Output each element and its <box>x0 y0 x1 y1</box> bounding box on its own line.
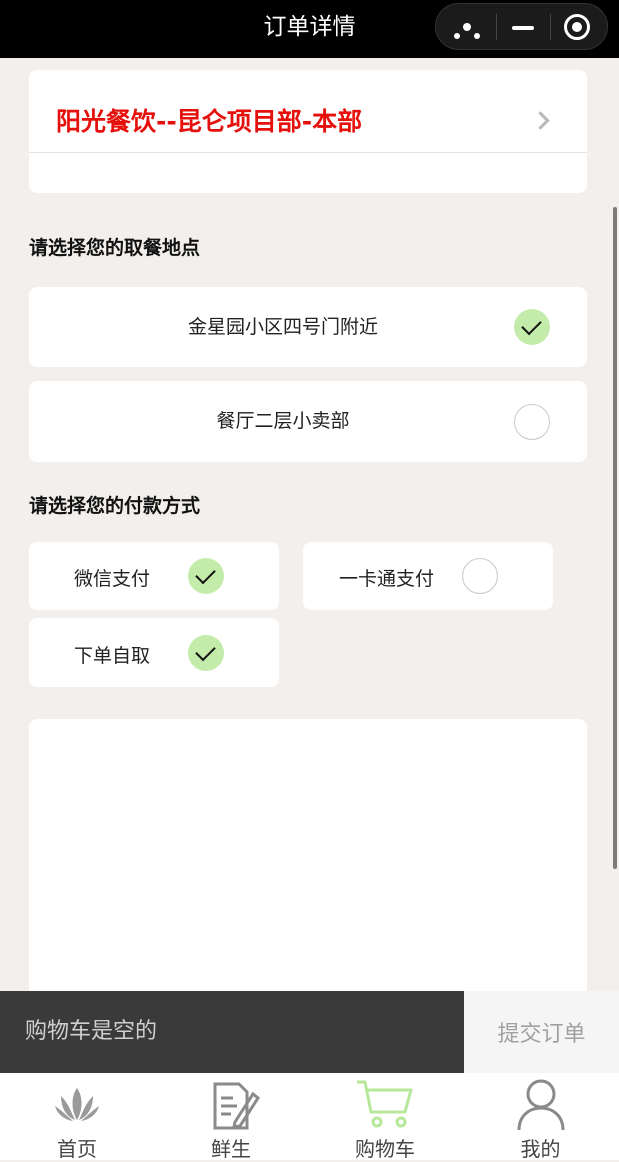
tab-fresh[interactable]: 鲜生 <box>154 1073 308 1161</box>
store-name: 阳光餐饮--昆仑项目部-本部 <box>56 107 363 136</box>
target-icon[interactable] <box>564 14 590 40</box>
tab-cart[interactable]: 购物车 <box>308 1073 462 1161</box>
submit-order-button[interactable]: 提交订单 <box>464 991 619 1073</box>
pickup-option[interactable]: 金星园小区四号门附近 <box>29 287 587 367</box>
tab-label: 鲜生 <box>211 1137 251 1161</box>
store-card[interactable]: 阳光餐饮--昆仑项目部-本部 <box>29 70 587 193</box>
payment-section-title: 请选择您的付款方式 <box>29 495 201 517</box>
payment-option[interactable]: 下单自取 <box>29 618 279 687</box>
document-edit-icon <box>213 1082 260 1130</box>
tab-label: 我的 <box>520 1137 561 1161</box>
more-dots-icon[interactable] <box>454 23 484 39</box>
payment-option-label: 一卡通支付 <box>339 568 435 590</box>
capsule-divider <box>550 14 551 40</box>
check-unselected-icon[interactable] <box>514 404 550 440</box>
cart-empty-text: 购物车是空的 <box>25 1019 158 1044</box>
check-selected-icon[interactable] <box>188 635 224 671</box>
tab-home[interactable]: 首页 <box>0 1073 154 1161</box>
capsule-divider <box>496 14 497 40</box>
tab-label: 购物车 <box>355 1137 415 1161</box>
cart-icon <box>357 1080 413 1128</box>
title-bar: 订单详情 <box>0 0 619 58</box>
divider <box>29 152 587 153</box>
pickup-option[interactable]: 餐厅二层小卖部 <box>29 381 587 462</box>
tab-mine[interactable]: 我的 <box>462 1073 619 1161</box>
tab-label: 首页 <box>57 1137 97 1161</box>
cart-bar: 购物车是空的 提交订单 <box>0 991 619 1073</box>
check-selected-icon[interactable] <box>514 309 550 345</box>
payment-option-label: 微信支付 <box>74 568 151 590</box>
pickup-option-label: 金星园小区四号门附近 <box>187 316 378 338</box>
payment-option-label: 下单自取 <box>74 645 151 667</box>
submit-order-label: 提交订单 <box>497 1022 586 1047</box>
payment-option[interactable]: 微信支付 <box>29 542 279 610</box>
check-selected-icon[interactable] <box>188 558 224 594</box>
lotus-icon <box>55 1088 99 1121</box>
minimize-icon[interactable] <box>512 26 534 30</box>
tab-bar: 首页 鲜生 购物车 我的 <box>0 1073 619 1161</box>
mini-program-capsule <box>435 3 608 50</box>
pickup-option-label: 餐厅二层小卖部 <box>216 410 350 432</box>
pickup-section-title: 请选择您的取餐地点 <box>29 237 201 259</box>
check-unselected-icon[interactable] <box>462 558 498 594</box>
scrollbar[interactable] <box>613 207 617 869</box>
payment-option[interactable]: 一卡通支付 <box>303 542 553 610</box>
cart-summary[interactable]: 购物车是空的 <box>0 991 464 1073</box>
chevron-right-icon[interactable] <box>531 111 550 130</box>
user-icon <box>517 1079 564 1131</box>
order-items-card <box>29 719 587 1019</box>
